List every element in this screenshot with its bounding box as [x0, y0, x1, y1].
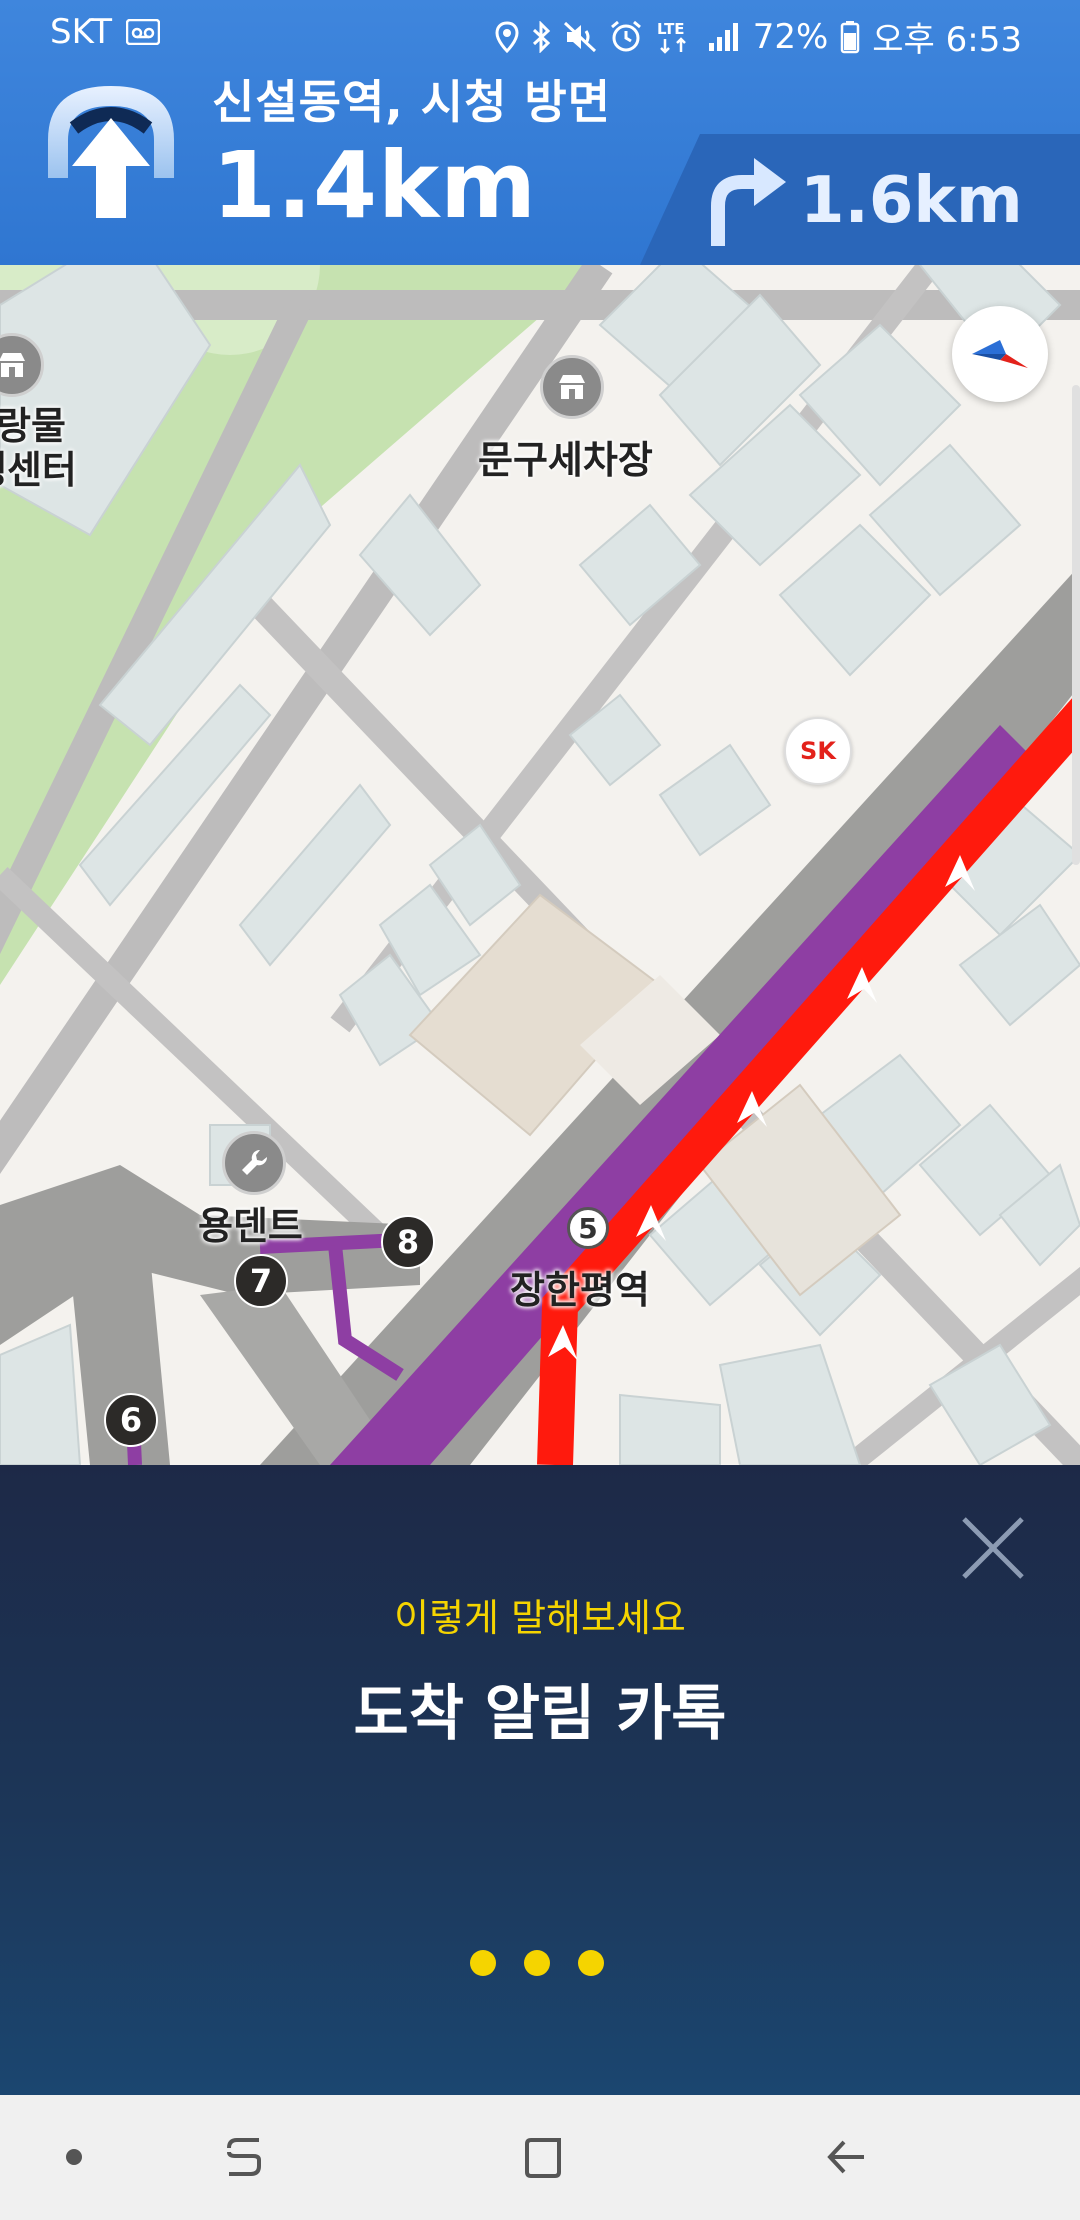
compass-button[interactable] — [952, 306, 1048, 402]
carrier-label: SKT — [50, 12, 113, 52]
recent-apps-icon[interactable] — [212, 2125, 276, 2189]
listening-dot — [470, 1950, 496, 1976]
street-name: 신설동역, 시청 방면 — [212, 75, 612, 129]
battery-percent: 72% — [752, 16, 829, 57]
wrench-icon[interactable] — [222, 1131, 286, 1195]
system-navigation-bar — [0, 2095, 1080, 2220]
home-icon[interactable] — [512, 2125, 576, 2189]
poi-label-station: 장한평역 — [510, 1268, 650, 1312]
back-icon[interactable] — [815, 2125, 879, 2189]
listening-dot — [524, 1950, 550, 1976]
alarm-icon — [609, 17, 643, 57]
straight-tunnel-icon — [42, 78, 180, 226]
map-view[interactable]: 랑물 생센터 문구세차장 SK 용덴트 5 장한평역 6 7 8 — [0, 265, 1080, 1465]
voice-assistant-panel: 이렇게 말해보세요 도착 알림 카톡 — [0, 1465, 1080, 2095]
waypoint-7[interactable]: 7 — [234, 1254, 288, 1308]
listening-indicator — [470, 1950, 604, 1976]
bluetooth-icon — [531, 17, 551, 57]
voicemail-icon — [126, 12, 161, 52]
waypoint-5[interactable]: 5 — [567, 1207, 609, 1249]
turn-right-icon — [702, 154, 792, 250]
battery-icon — [840, 17, 860, 57]
nav-dot-indicator[interactable] — [42, 2125, 106, 2189]
store-icon[interactable] — [540, 355, 604, 419]
status-bar: SKT LTE 72% 오후 6:53 — [0, 0, 1080, 64]
clock: 오후 6:53 — [872, 20, 1022, 60]
waypoint-8[interactable]: 8 — [381, 1215, 435, 1269]
sk-badge-label: SK — [800, 737, 836, 765]
voice-command-example: 도착 알림 카톡 — [353, 1679, 727, 1749]
mute-icon — [563, 17, 597, 57]
signal-icon — [707, 17, 741, 57]
listening-dot — [578, 1950, 604, 1976]
next-turn-panel: 1.6km — [640, 134, 1080, 265]
voice-hint-text: 이렇게 말해보세요 — [394, 1596, 686, 1640]
waypoint-6[interactable]: 6 — [104, 1393, 158, 1447]
svg-text:LTE: LTE — [657, 20, 685, 38]
poi-label-left-line2: 생센터 — [0, 448, 77, 492]
close-button[interactable] — [958, 1513, 1028, 1583]
location-icon — [495, 17, 519, 57]
next-turn-distance: 1.6km — [800, 164, 1023, 238]
sk-gas-station-icon[interactable]: SK — [784, 717, 852, 785]
poi-label-repair: 용덴트 — [198, 1204, 303, 1248]
navigation-header: SKT LTE 72% 오후 6:53 신설동역, 시청 방면 1.4km 1.… — [0, 0, 1080, 265]
maneuver-distance: 1.4km — [212, 132, 538, 239]
lte-icon: LTE — [655, 17, 695, 57]
poi-label-car-wash: 문구세차장 — [478, 438, 653, 482]
close-icon — [962, 1517, 1024, 1579]
